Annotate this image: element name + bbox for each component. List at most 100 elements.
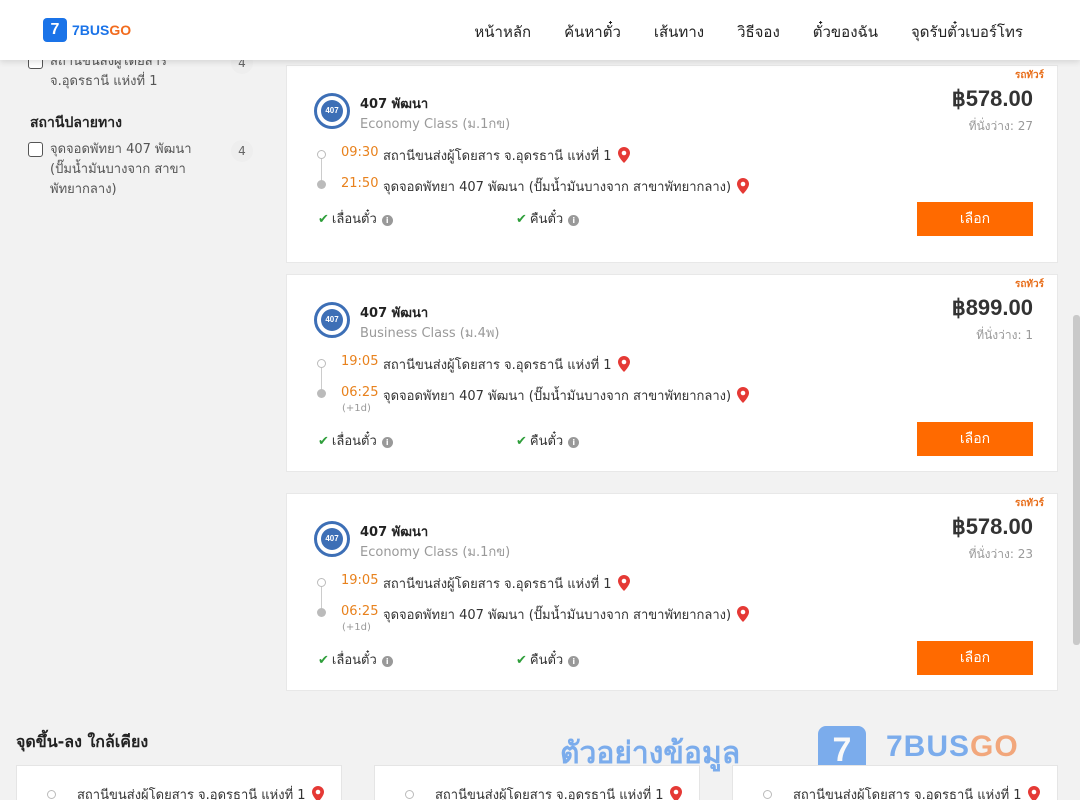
departure-dot-icon bbox=[317, 359, 326, 368]
feature-reschedule: ✔ เลื่อนตั๋ว i bbox=[318, 430, 393, 451]
operator-logo-text: 407 bbox=[321, 309, 343, 331]
info-icon[interactable]: i bbox=[568, 215, 580, 226]
check-icon: ✔ bbox=[318, 434, 329, 449]
nearby-place: สถานีขนส่งผู้โดยสาร จ.อุดรธานี แห่งที่ 1 bbox=[435, 784, 682, 800]
stop-dot-icon bbox=[47, 790, 56, 799]
nearby-place-text: สถานีขนส่งผู้โดยสาร จ.อุดรธานี แห่งที่ 1 bbox=[435, 788, 664, 800]
next-day-marker: (+1d) bbox=[342, 622, 371, 633]
departure-place-text: สถานีขนส่งผู้โดยสาร จ.อุดรธานี แห่งที่ 1 bbox=[383, 577, 612, 592]
feature-reschedule-label: เลื่อนตั๋ว bbox=[331, 434, 377, 449]
map-pin-icon[interactable] bbox=[737, 178, 750, 194]
main-nav: หน้าหลัก ค้นหาตั๋ว เส้นทาง วิธีจอง ตั๋วข… bbox=[474, 20, 1023, 44]
tour-bus-label: รถทัวร์ bbox=[1014, 279, 1044, 290]
destination-filter-count: 4 bbox=[231, 140, 253, 162]
check-icon: ✔ bbox=[516, 212, 527, 227]
departure-place: สถานีขนส่งผู้โดยสาร จ.อุดรธานี แห่งที่ 1 bbox=[383, 145, 630, 166]
seats-available: ที่นั่งว่าง: 1 bbox=[976, 328, 1033, 342]
page-scrollbar[interactable] bbox=[1073, 315, 1080, 645]
arrival-time: 06:25 bbox=[341, 385, 379, 400]
operator-logo: 407 bbox=[314, 521, 350, 557]
site-header: 7 7BUSGO หน้าหลัก ค้นหาตั๋ว เส้นทาง วิธี… bbox=[0, 0, 1080, 60]
seats-available: ที่นั่งว่าง: 27 bbox=[968, 119, 1033, 133]
feature-reschedule-label: เลื่อนตั๋ว bbox=[331, 212, 377, 227]
feature-reschedule: ✔ เลื่อนตั๋ว i bbox=[318, 208, 393, 229]
nav-pickup-points[interactable]: จุดรับตั๋วเบอร์โทร bbox=[911, 20, 1023, 44]
ticket-price: ฿578.00 bbox=[951, 86, 1033, 111]
logo-text-bus: 7BUS bbox=[72, 22, 110, 38]
arrival-dot-icon bbox=[317, 389, 326, 398]
arrival-time: 21:50 bbox=[341, 176, 379, 191]
operator-logo: 407 bbox=[314, 302, 350, 338]
nav-my-tickets[interactable]: ตั๋วของฉัน bbox=[813, 20, 878, 44]
map-pin-icon[interactable] bbox=[617, 356, 630, 372]
check-icon: ✔ bbox=[516, 434, 527, 449]
check-icon: ✔ bbox=[318, 212, 329, 227]
departure-place-text: สถานีขนส่งผู้โดยสาร จ.อุดรธานี แห่งที่ 1 bbox=[383, 149, 612, 164]
logo-text-go: GO bbox=[109, 22, 132, 38]
select-trip-button[interactable]: เลือก bbox=[917, 422, 1033, 456]
nearby-card[interactable]: สถานีขนส่งผู้โดยสาร จ.อุดรธานี แห่งที่ 1 bbox=[732, 765, 1058, 800]
map-pin-icon[interactable] bbox=[737, 606, 750, 622]
arrival-place: จุดจอดพัทยา 407 พัฒนา (ปั๊มน้ำมันบางจาก … bbox=[383, 176, 750, 197]
operator-name: 407 พัฒนา bbox=[360, 306, 429, 321]
destination-filter-label: จุดจอดพัทยา 407 พัฒนา (ปั๊มน้ำมันบางจาก … bbox=[50, 142, 192, 197]
departure-time: 09:30 bbox=[341, 145, 379, 160]
check-icon: ✔ bbox=[516, 653, 527, 668]
arrival-place: จุดจอดพัทยา 407 พัฒนา (ปั๊มน้ำมันบางจาก … bbox=[383, 385, 750, 406]
tour-bus-label: รถทัวร์ bbox=[1014, 498, 1044, 509]
logo-text: 7BUSGO bbox=[72, 22, 131, 38]
site-logo[interactable]: 7 7BUSGO bbox=[43, 18, 131, 42]
nearby-place-text: สถานีขนส่งผู้โดยสาร จ.อุดรธานี แห่งที่ 1 bbox=[77, 788, 306, 800]
nav-routes[interactable]: เส้นทาง bbox=[654, 20, 704, 44]
info-icon[interactable]: i bbox=[568, 656, 580, 667]
map-pin-icon[interactable] bbox=[669, 786, 682, 800]
bus-class: Business Class (ม.4พ) bbox=[360, 326, 500, 341]
departure-place: สถานีขนส่งผู้โดยสาร จ.อุดรธานี แห่งที่ 1 bbox=[383, 354, 630, 375]
trip-card: รถทัวร์ 407 407 พัฒนา Economy Class (ม.1กข)… bbox=[286, 493, 1058, 691]
info-icon[interactable]: i bbox=[381, 215, 393, 226]
nearby-place: สถานีขนส่งผู้โดยสาร จ.อุดรธานี แห่งที่ 1 bbox=[793, 784, 1040, 800]
map-pin-icon[interactable] bbox=[617, 575, 630, 591]
nearby-card[interactable]: สถานีขนส่งผู้โดยสาร จ.อุดรธานี แห่งที่ 1 bbox=[16, 765, 342, 800]
watermark-brand-bus: 7BUS bbox=[886, 730, 971, 763]
operator-logo-text: 407 bbox=[321, 528, 343, 550]
feature-refund: ✔ คืนตั๋ว i bbox=[516, 649, 580, 670]
nav-how-to-book[interactable]: วิธีจอง bbox=[737, 20, 780, 44]
select-trip-button[interactable]: เลือก bbox=[917, 641, 1033, 675]
select-trip-button[interactable]: เลือก bbox=[917, 202, 1033, 236]
arrival-dot-icon bbox=[317, 180, 326, 189]
destination-section-title: สถานีปลายทาง bbox=[30, 115, 122, 131]
watermark-brand: 7BUSGO bbox=[886, 730, 1019, 764]
arrival-dot-icon bbox=[317, 608, 326, 617]
map-pin-icon[interactable] bbox=[311, 786, 324, 800]
map-pin-icon[interactable] bbox=[1027, 786, 1040, 800]
ticket-price: ฿578.00 bbox=[951, 514, 1033, 539]
info-icon[interactable]: i bbox=[381, 656, 393, 667]
info-icon[interactable]: i bbox=[381, 437, 393, 448]
operator-logo: 407 bbox=[314, 93, 350, 129]
map-pin-icon[interactable] bbox=[737, 387, 750, 403]
departure-time: 19:05 bbox=[341, 354, 379, 369]
trip-card: รถทัวร์ 407 407 พัฒนา Economy Class (ม.1กข)… bbox=[286, 65, 1058, 263]
nearby-place: สถานีขนส่งผู้โดยสาร จ.อุดรธานี แห่งที่ 1 bbox=[77, 784, 324, 800]
feature-reschedule: ✔ เลื่อนตั๋ว i bbox=[318, 649, 393, 670]
feature-reschedule-label: เลื่อนตั๋ว bbox=[331, 653, 377, 668]
departure-place-text: สถานีขนส่งผู้โดยสาร จ.อุดรธานี แห่งที่ 1 bbox=[383, 358, 612, 373]
nav-search-tickets[interactable]: ค้นหาตั๋ว bbox=[564, 20, 621, 44]
destination-filter-checkbox[interactable] bbox=[28, 142, 43, 157]
stop-dot-icon bbox=[763, 790, 772, 799]
nav-home[interactable]: หน้าหลัก bbox=[474, 20, 531, 44]
arrival-place-text: จุดจอดพัทยา 407 พัฒนา (ปั๊มน้ำมันบางจาก … bbox=[383, 180, 732, 195]
info-icon[interactable]: i bbox=[568, 437, 580, 448]
watermark-brand-go: GO bbox=[970, 730, 1019, 763]
nearby-place-text: สถานีขนส่งผู้โดยสาร จ.อุดรธานี แห่งที่ 1 bbox=[793, 788, 1022, 800]
check-icon: ✔ bbox=[318, 653, 329, 668]
operator-logo-text: 407 bbox=[321, 100, 343, 122]
nearby-card[interactable]: สถานีขนส่งผู้โดยสาร จ.อุดรธานี แห่งที่ 1 bbox=[374, 765, 700, 800]
map-pin-icon[interactable] bbox=[617, 147, 630, 163]
tour-bus-label: รถทัวร์ bbox=[1014, 70, 1044, 81]
arrival-place: จุดจอดพัทยา 407 พัฒนา (ปั๊มน้ำมันบางจาก … bbox=[383, 604, 750, 625]
departure-time: 19:05 bbox=[341, 573, 379, 588]
feature-refund: ✔ คืนตั๋ว i bbox=[516, 208, 580, 229]
arrival-place-text: จุดจอดพัทยา 407 พัฒนา (ปั๊มน้ำมันบางจาก … bbox=[383, 608, 732, 623]
